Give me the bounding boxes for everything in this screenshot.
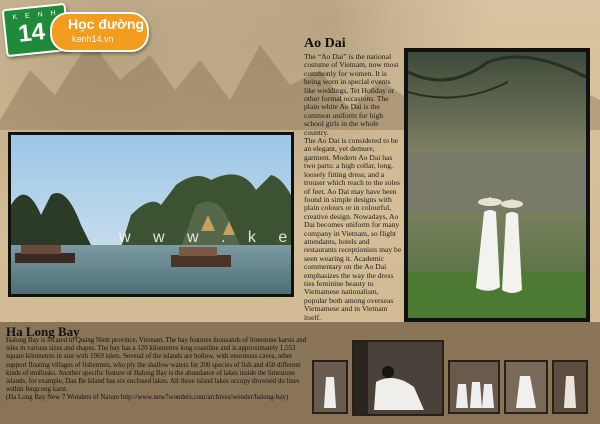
ha-long-bay-source: (Ha Long Bay New 7 Wonders of Nature htt… (6, 394, 289, 402)
ha-long-bay-body: Halong Bay is located in Quảng Ninh prov… (6, 337, 308, 403)
ha-long-bay-photo: w w w . k e n 1 4 . v n (8, 132, 294, 297)
watermark-text: w w w . k e n 1 4 . v n (119, 229, 291, 246)
ao-dai-paragraph: The “Ao Dai” is the national costume of … (304, 52, 399, 137)
ao-dai-body: The “Ao Dai” is the national costume of … (304, 52, 402, 322)
thumbnail-photo-large[interactable] (352, 340, 444, 416)
ao-dai-photo (404, 48, 590, 322)
logo-title-pill: Học đường kenh14.vn (50, 12, 149, 52)
thumbnail-illustration (554, 362, 586, 412)
page: K E N H 14 Học đường kenh14.vn w w w . k… (0, 0, 600, 424)
logo-badge-number: 14 (16, 18, 47, 48)
thumbnail-photo[interactable] (312, 360, 348, 414)
thumbnail-photo[interactable] (504, 360, 548, 414)
thumbnail-photo[interactable] (552, 360, 588, 414)
thumbnail-illustration (354, 342, 442, 414)
logo-subtitle: kenh14.vn (72, 34, 114, 44)
ha-long-bay-paragraph: Halong Bay is located in Quảng Ninh prov… (6, 337, 307, 394)
kenh14-hoc-duong-logo[interactable]: K E N H 14 Học đường kenh14.vn (1, 2, 149, 58)
ao-dai-illustration (408, 52, 586, 318)
thumbnail-illustration (450, 362, 498, 412)
ha-long-bay-illustration (11, 135, 291, 294)
thumbnail-photo[interactable] (448, 360, 500, 414)
logo-title: Học đường (68, 16, 145, 32)
thumbnail-illustration (314, 362, 346, 412)
ao-dai-title: Ao Dai (304, 36, 346, 51)
ao-dai-paragraph: The Ao Dai is considered to be an elegan… (304, 136, 402, 322)
thumbnail-illustration (506, 362, 546, 412)
